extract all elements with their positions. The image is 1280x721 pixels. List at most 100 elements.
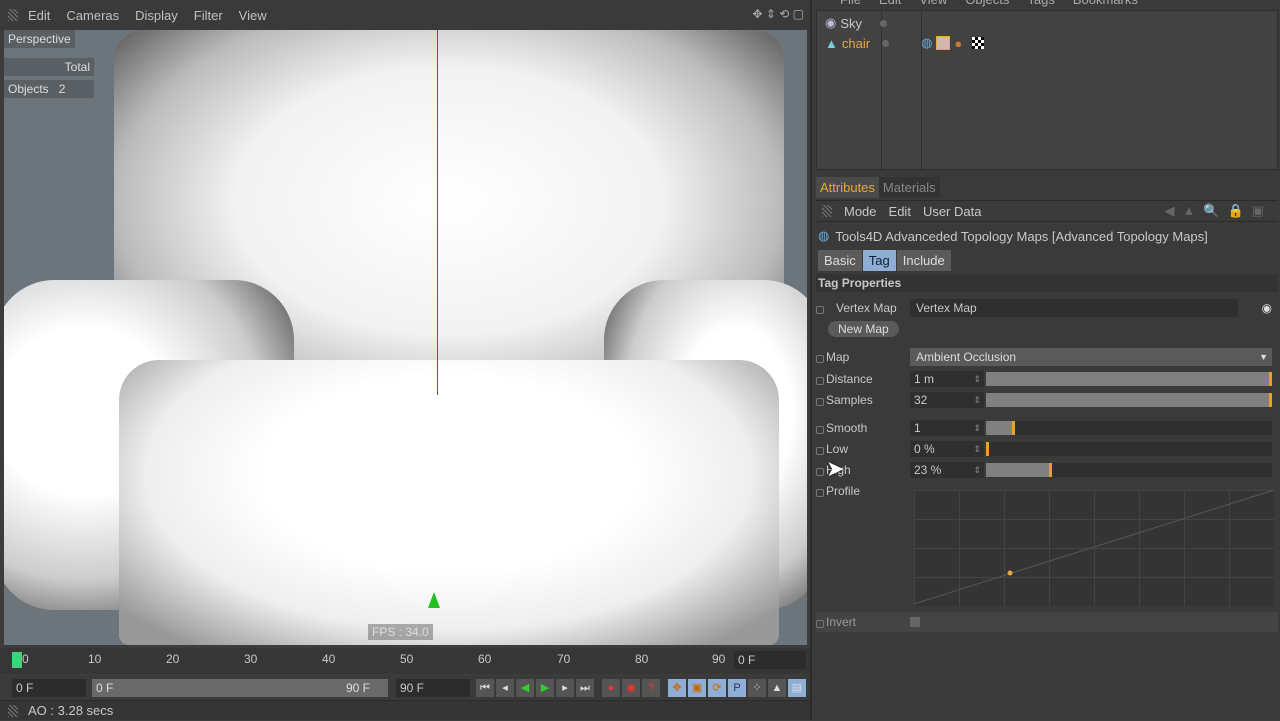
menu-bookmarks[interactable]: Bookmarks — [1073, 0, 1138, 8]
attributes-menu: Mode Edit User Data ◀▲🔍🔒▣ — [816, 200, 1278, 222]
current-frame-field[interactable]: 0 F — [734, 651, 806, 669]
new-map-button[interactable]: New Map — [828, 321, 899, 337]
menu-view[interactable]: View — [239, 8, 267, 23]
playhead[interactable] — [12, 652, 22, 668]
menu-edit[interactable]: Edit — [28, 8, 50, 23]
menu-mode[interactable]: Mode — [844, 204, 877, 219]
invert-checkbox[interactable] — [910, 617, 920, 627]
visibility-dot[interactable] — [882, 39, 890, 47]
topology-tag-icon[interactable]: ◍ — [921, 35, 932, 51]
tab-attributes[interactable]: Attributes — [816, 177, 879, 198]
high-field[interactable]: 23 % — [910, 462, 984, 478]
vertex-map-link-field[interactable]: Vertex Map — [910, 299, 1238, 317]
smooth-slider[interactable] — [986, 421, 1272, 435]
key-scale-icon[interactable]: ▣ — [688, 679, 706, 697]
high-slider[interactable] — [986, 463, 1272, 477]
object-name[interactable]: Sky — [840, 16, 862, 31]
tick: 50 — [400, 652, 414, 666]
prev-frame-icon[interactable]: ◂ — [496, 679, 514, 697]
range-end: 90 F — [345, 681, 370, 695]
key-position-icon[interactable]: ✥ — [668, 679, 686, 697]
key-rotation-icon[interactable]: ⟳ — [708, 679, 726, 697]
right-panel: File Edit View Objects Tags Bookmarks ◉ … — [810, 0, 1280, 720]
tab-materials[interactable]: Materials — [878, 177, 940, 198]
tick: 60 — [478, 652, 492, 666]
visibility-dot[interactable] — [880, 19, 888, 27]
distance-field[interactable]: 1 m — [910, 371, 984, 387]
key-pla-icon[interactable]: ⁘ — [748, 679, 766, 697]
tick: 0 — [22, 652, 29, 666]
param-row-samples: Samples 32 — [816, 390, 1278, 410]
mouse-cursor-icon: ➤ — [826, 456, 845, 481]
key-param-icon[interactable]: P — [728, 679, 746, 697]
play-backward-icon[interactable]: ◀ — [516, 679, 534, 697]
key-point-icon[interactable]: ▲ — [768, 679, 786, 697]
curve-point[interactable] — [1007, 570, 1013, 576]
menu-edit[interactable]: Edit — [889, 204, 911, 219]
smooth-field[interactable]: 1 — [910, 420, 984, 436]
param-row-low: Low 0 % — [816, 439, 1278, 459]
low-slider[interactable] — [986, 442, 1272, 456]
object-row-sky[interactable]: ◉ Sky — [825, 15, 888, 31]
menu-display[interactable]: Display — [135, 8, 178, 23]
stats-header: Total — [4, 58, 94, 76]
schematic-icon[interactable]: ▤ — [788, 679, 806, 697]
menu-file[interactable]: File — [840, 0, 861, 8]
menu-user-data[interactable]: User Data — [923, 204, 982, 219]
range-slider[interactable]: 0 F 90 F — [92, 679, 388, 697]
samples-field[interactable]: 32 — [910, 392, 984, 408]
menu-filter[interactable]: Filter — [194, 8, 223, 23]
grip-icon — [8, 705, 18, 717]
autokey-icon[interactable]: ◉ — [622, 679, 640, 697]
go-start-icon[interactable]: ⏮ — [476, 679, 494, 697]
tick: 90 — [712, 652, 726, 666]
tick: 30 — [244, 652, 258, 666]
end-frame-field[interactable]: 90 F — [396, 679, 470, 697]
go-end-icon[interactable]: ⏭ — [576, 679, 594, 697]
next-frame-icon[interactable]: ▸ — [556, 679, 574, 697]
slider-fill — [986, 463, 1052, 477]
slider-fill — [986, 421, 1015, 435]
tab-include[interactable]: Include — [896, 250, 952, 271]
tab-basic[interactable]: Basic — [818, 250, 863, 271]
camera-label[interactable]: Perspective — [4, 30, 75, 48]
grip-icon — [8, 9, 18, 21]
distance-slider[interactable] — [986, 372, 1272, 386]
samples-slider[interactable] — [986, 393, 1272, 407]
manager-tabs: Attributes Materials — [816, 177, 940, 198]
menu-view[interactable]: View — [919, 0, 947, 8]
menu-tags[interactable]: Tags — [1027, 0, 1054, 8]
map-dropdown[interactable]: Ambient Occlusion ▼ — [910, 348, 1272, 366]
chair-seat — [119, 360, 779, 645]
object-row-chair[interactable]: ▲ chair ◍ ● — [825, 35, 985, 51]
object-manager: ◉ Sky ▲ chair ◍ ● — [816, 10, 1278, 171]
start-frame-field[interactable]: 0 F — [12, 679, 86, 697]
viewport-nav-icons[interactable]: ✥ ⇕ ⟲ ▢ — [752, 7, 804, 21]
param-row-distance: Distance 1 m — [816, 369, 1278, 389]
menu-cameras[interactable]: Cameras — [66, 8, 119, 23]
tab-tag[interactable]: Tag — [862, 250, 897, 271]
timeline-ruler[interactable]: 0 10 20 30 40 50 60 70 80 90 0 F — [0, 648, 810, 674]
slider-fill — [986, 442, 989, 456]
play-icon[interactable]: ▶ — [536, 679, 554, 697]
tick: 70 — [557, 652, 571, 666]
attribute-nav-icons[interactable]: ◀▲🔍🔒▣ — [1164, 203, 1272, 219]
axis-handle-icon[interactable] — [428, 592, 440, 608]
object-name[interactable]: chair — [842, 36, 870, 51]
param-label: Smooth — [816, 421, 910, 435]
low-field[interactable]: 0 % — [910, 441, 984, 457]
attributes-title: Tools4D Advanceded Topology Maps [Advanc… — [835, 228, 1208, 244]
viewport-3d[interactable]: Perspective Total Objects 2 FPS : 34.0 — [4, 30, 807, 645]
texture-tag-icon[interactable] — [972, 37, 985, 49]
profile-spline-graph[interactable] — [913, 489, 1275, 606]
record-icon[interactable]: ● — [602, 679, 620, 697]
param-label: Distance — [816, 372, 910, 386]
pick-icon[interactable]: ◉ — [1262, 301, 1272, 315]
vertex-map-label: Vertex Map — [816, 301, 910, 315]
keyframe-selection-icon[interactable]: ? — [642, 679, 660, 697]
invert-label: Invert — [816, 615, 910, 629]
vertex-map-tag-icon[interactable] — [936, 36, 951, 50]
menu-edit[interactable]: Edit — [879, 0, 901, 8]
phong-tag-icon[interactable]: ● — [954, 36, 962, 51]
menu-objects[interactable]: Objects — [965, 0, 1009, 8]
